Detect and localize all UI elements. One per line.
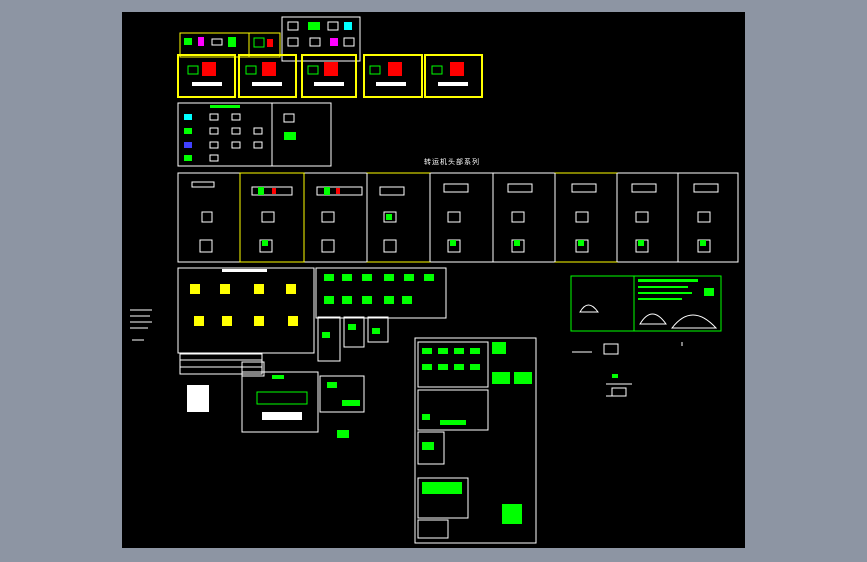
- cad-drawing-canvas[interactable]: 转运机头部系列: [122, 12, 745, 548]
- conveyor-head-series-panel: [177, 172, 739, 263]
- symbol-legend-sheet: [177, 102, 332, 167]
- symbol-table-sheet: [177, 267, 315, 412]
- tunnel-section-sheet: [570, 275, 722, 332]
- drawing-sheet: [130, 16, 739, 544]
- central-detail-sheet: [414, 337, 537, 544]
